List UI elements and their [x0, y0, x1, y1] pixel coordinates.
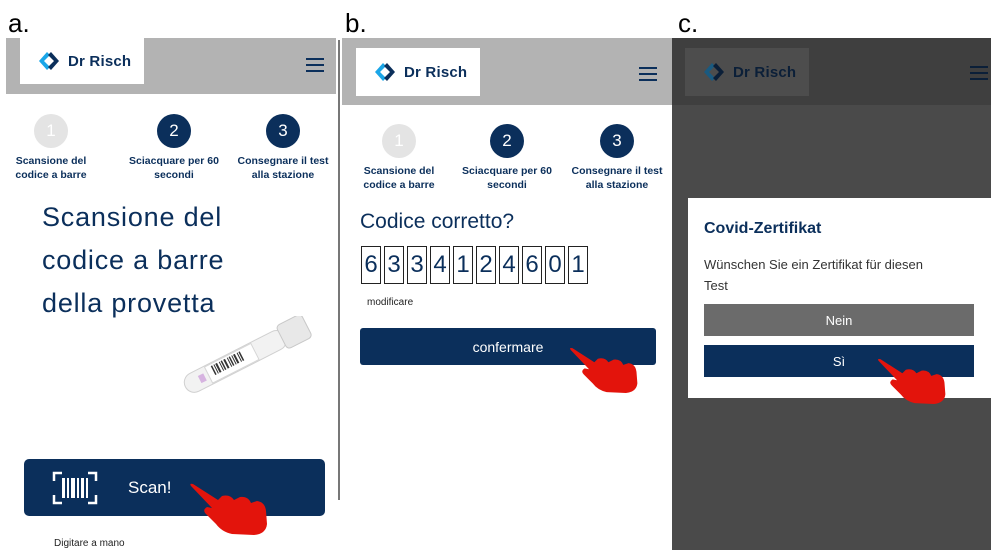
scan-title: Scansione del codice a barre della prove… — [42, 196, 224, 325]
panel-b-screen: Dr Risch 1 Scansione del codice a barre 2… — [342, 38, 672, 550]
yes-button-label: Sì — [832, 353, 846, 369]
step-2-number: 2 — [157, 114, 191, 148]
step-3-caption-1: Consegnare il test — [571, 165, 663, 177]
step-3: 3 Consegnare il test alla stazione — [564, 124, 670, 192]
barcode-digit: 1 — [453, 246, 473, 284]
step-1: 1 Scansione del codice a barre — [6, 114, 96, 182]
panel-label-b: b. — [345, 8, 367, 38]
panel-label-c: c. — [678, 8, 699, 38]
brand-logo[interactable]: Dr Risch — [685, 48, 809, 96]
brand-logo[interactable]: Dr Risch — [356, 48, 480, 96]
app-header: Dr Risch — [672, 38, 991, 105]
app-header: Dr Risch — [342, 38, 672, 105]
barcode-digit: 1 — [568, 246, 588, 284]
menu-icon[interactable] — [306, 54, 324, 76]
panel-a-screen: Dr Risch 1 Scansione del codice a barre 2… — [6, 38, 336, 550]
dialog-message-line1: Wünschen Sie ein Zertifikat für diesen — [704, 257, 923, 272]
barcode-digit: 4 — [499, 246, 519, 284]
step-2-caption-1: Sciacquare per 60 — [129, 155, 219, 167]
barcode-digit: 0 — [545, 246, 565, 284]
brand-logo[interactable]: Dr Risch — [20, 38, 144, 84]
step-3-number: 3 — [600, 124, 634, 158]
step-3-caption-2: alla stazione — [251, 169, 315, 181]
app-header: Dr Risch — [6, 38, 336, 94]
barcode-digit: 3 — [407, 246, 427, 284]
step-2: 2 Sciacquare per 60 secondi — [450, 124, 564, 192]
barcode-digit: 2 — [476, 246, 496, 284]
step-2-caption-2: secondi — [487, 179, 527, 191]
step-1-number: 1 — [382, 124, 416, 158]
barcode-scan-icon — [52, 471, 98, 504]
menu-icon[interactable] — [970, 62, 988, 84]
panel-c-screen: Dr Risch Covid-Zertifikat Wünschen Sie e… — [672, 38, 991, 550]
step-1-caption-2: codice a barre — [363, 179, 435, 191]
logo-icon — [704, 63, 724, 81]
step-3-number: 3 — [266, 114, 300, 148]
step-1-caption-1: Scansione del — [15, 155, 87, 167]
barcode-digit: 3 — [384, 246, 404, 284]
step-2-caption-1: Sciacquare per 60 — [462, 165, 552, 177]
barcode-digit: 6 — [522, 246, 542, 284]
step-1-caption-1: Scansione del — [363, 165, 435, 177]
panel-divider — [338, 40, 340, 500]
brand-name: Dr Risch — [733, 63, 797, 81]
barcode-digit: 4 — [430, 246, 450, 284]
pointing-hand-icon — [190, 483, 267, 535]
pointing-hand-icon — [878, 358, 946, 404]
step-3-caption-1: Consegnare il test — [237, 155, 329, 167]
barcode-digit: 6 — [361, 246, 381, 284]
barcode-digits: 6334124601 — [361, 246, 588, 284]
scan-title-line2: codice a barre — [42, 245, 225, 275]
menu-icon[interactable] — [639, 63, 657, 85]
modify-link[interactable]: modificare — [367, 297, 413, 308]
test-tube-illustration — [183, 316, 312, 393]
brand-name: Dr Risch — [68, 52, 132, 70]
step-3-caption-2: alla stazione — [585, 179, 649, 191]
panel-label-a: a. — [8, 8, 30, 38]
step-1-caption-2: codice a barre — [15, 169, 87, 181]
dialog-message: Wünschen Sie ein Zertifikat für diesen T… — [704, 254, 923, 296]
scan-title-line1: Scansione del — [42, 202, 223, 232]
logo-icon — [39, 52, 59, 70]
dialog-message-line2: Test — [704, 278, 728, 293]
scan-button-label: Scan! — [128, 477, 172, 497]
pointing-hand-icon — [570, 347, 638, 393]
no-button[interactable]: Nein — [704, 304, 974, 336]
logo-icon — [375, 63, 395, 81]
brand-name: Dr Risch — [404, 63, 468, 81]
scan-button[interactable]: Scan! — [24, 459, 325, 516]
code-question: Codice corretto? — [360, 210, 515, 233]
step-3: 3 Consegnare il test alla stazione — [230, 114, 336, 182]
step-2-number: 2 — [490, 124, 524, 158]
step-1-number: 1 — [34, 114, 68, 148]
step-2-caption-2: secondi — [154, 169, 194, 181]
no-button-label: Nein — [825, 312, 853, 328]
step-2: 2 Sciacquare per 60 secondi — [116, 114, 232, 182]
manual-entry-link[interactable]: Digitare a mano — [54, 538, 125, 549]
confirm-button-label: confermare — [472, 338, 544, 355]
dialog-title: Covid-Zertifikat — [704, 220, 822, 237]
step-1: 1 Scansione del codice a barre — [354, 124, 444, 192]
